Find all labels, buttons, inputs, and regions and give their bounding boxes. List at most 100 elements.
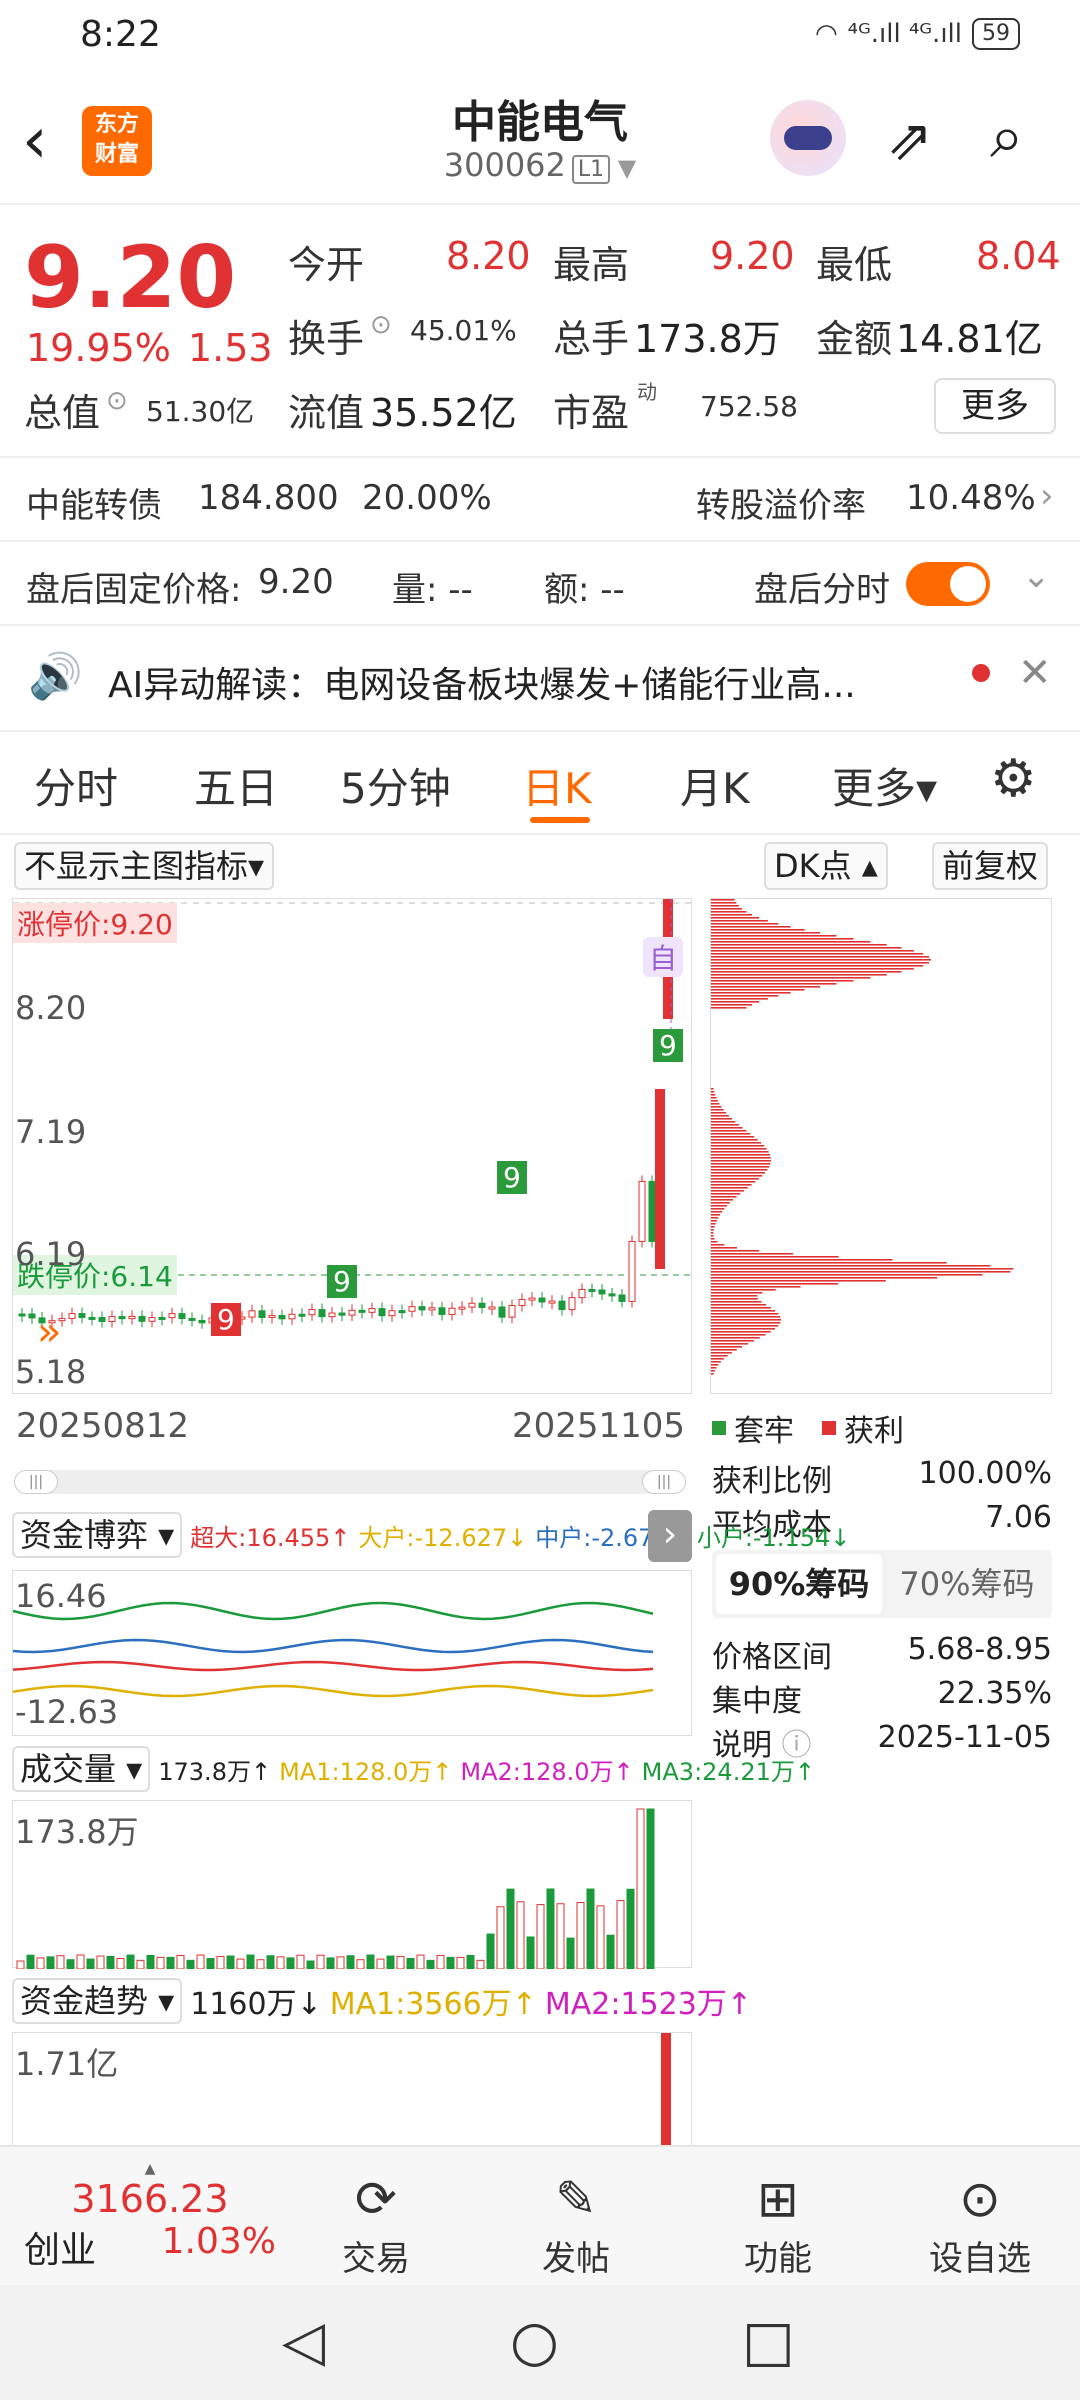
chip-bar [711,989,805,991]
search-icon[interactable]: ⌕ [990,102,1024,172]
volume-select[interactable]: 成交量 ▾ [12,1746,151,1792]
chip-distribution-chart [710,898,1052,1394]
chip-bar [711,1124,739,1126]
slider-handle-left[interactable]: ||| [14,1470,58,1494]
volume-bar [166,1956,175,1969]
chip-bar [711,905,739,907]
back-triangle-icon[interactable]: ◁ [282,2309,325,2374]
change-percent: 19.95% [26,326,171,370]
volume-bar [646,1808,655,1969]
y-label: 5.18 [15,1353,87,1391]
info-icon[interactable]: ⊙ [106,386,128,416]
tab-five-day[interactable]: 五日 [194,755,278,816]
volume-bar [276,1956,285,1969]
chip-bar [711,1274,983,1276]
chip-bar [711,1232,714,1234]
dk-point-select[interactable]: DK点 ▴ [764,842,888,890]
more-button[interactable]: 更多 [934,378,1056,434]
fund-game-select[interactable]: 资金博弈 ▾ [12,1512,183,1558]
self-select-marker: 自 [643,937,684,977]
chip-bar [711,947,902,949]
index-ticker[interactable]: ▲ 3166.23 创业 1.03% [20,2161,280,2273]
chevron-down-icon[interactable]: ⌄ [1022,556,1051,596]
volume-bar [526,1936,535,1969]
trend-bar [661,2033,671,2147]
candle [638,1180,646,1242]
after-hours-toggle[interactable] [906,562,990,606]
chip-bar [711,932,820,934]
ai-assistant-icon[interactable] [770,100,846,176]
chip-bar [711,1127,743,1129]
slider-handle-right[interactable]: ||| [642,1470,686,1494]
caret-up-icon: ▲ [144,2161,156,2177]
nine-signal-badge: 9 [211,1303,241,1336]
chip-bar [711,923,779,925]
chip-bar [711,1364,719,1366]
home-circle-icon[interactable]: ○ [510,2309,559,2374]
chip-bar [711,1187,748,1189]
kline-chart[interactable]: 涨停价:9.20 跌停价:6.14 8.20 7.19 6.19 5.18 自 … [12,898,693,1394]
candle [168,1313,176,1319]
volume-bar [566,1937,575,1969]
chip-bar [711,1208,725,1210]
legend-swatch [822,1421,836,1435]
chip-bar [711,992,791,994]
candle [108,1316,116,1322]
volume-bar [186,1959,195,1969]
close-icon[interactable]: ✕ [1018,650,1052,696]
functions-button[interactable]: ⊞ 功能 [708,2167,848,2280]
tab-more[interactable]: 更多▾ [832,755,937,816]
recents-square-icon[interactable]: □ [742,2309,795,2374]
volume-bar [246,1954,255,1969]
share-icon[interactable]: ⇗ [886,108,933,173]
tab-90-chips[interactable]: 90%筹码 [716,1554,882,1614]
bottom-bar: ▲ 3166.23 创业 1.03% ⟳ 交易 ✎ 发帖 ⊞ 功能 ⊙ 设自选 [0,2145,1080,2285]
convertible-bond-row[interactable]: 中能转债 184.800 20.00% 转股溢价率 10.48% › [0,458,1080,542]
tab-intraday[interactable]: 分时 [34,755,118,816]
volume-label: 总手 [553,317,630,361]
chip-bar [711,914,753,916]
candle [468,1302,476,1308]
adjust-select[interactable]: 前复权 [932,842,1049,890]
change-amount: 1.53 [188,326,273,370]
volume-value: 173.8万 [634,317,781,361]
chip-bar [711,1316,781,1318]
gear-icon[interactable]: ⚙ [990,749,1037,809]
tab-5min[interactable]: 5分钟 [340,755,451,816]
chip-bar [711,1169,768,1171]
info-icon[interactable]: ⊙ [370,310,392,340]
volume-bar [596,1905,605,1969]
volume-bar [226,1955,235,1969]
main-indicator-select[interactable]: 不显示主图指标▾ [14,842,275,890]
chevron-right-icon[interactable]: › [648,1510,692,1562]
tab-70-chips[interactable]: 70%筹码 [884,1554,1050,1614]
volume-bar [576,1902,585,1969]
trade-button[interactable]: ⟳ 交易 [306,2167,446,2280]
volume-bar [106,1955,115,1969]
fund-trend-select[interactable]: 资金趋势 ▾ [12,1978,183,2024]
range-slider[interactable]: ||| ||| [14,1470,686,1494]
chip-bar [711,1298,758,1300]
chip-bar [711,1361,721,1363]
tab-monthly-k[interactable]: 月K [680,755,750,816]
chip-bar [711,1130,747,1132]
post-button[interactable]: ✎ 发帖 [506,2167,646,2280]
double-chevron-icon[interactable]: » [37,1309,61,1355]
chip-bar [711,1286,801,1288]
ai-banner[interactable]: 🔊 AI异动解读：电网设备板块爆发+储能行业高... ✕ [0,626,1080,732]
wifi-icon: ◠ [814,19,838,49]
chip-bar [711,1241,718,1243]
chip-bar [711,1370,715,1372]
float-label: 流值 [288,391,365,435]
period-tabs: 分时 五日 5分钟 日K 月K 更多▾ ⚙ [0,735,1080,835]
chip-bar [711,1307,771,1309]
chip-bar [711,1151,769,1153]
chip-bar [711,950,914,952]
candle [428,1307,436,1311]
end-date: 20251105 [512,1406,686,1446]
volume-bar [556,1903,565,1969]
tab-daily-k[interactable]: 日K [522,755,592,816]
add-watchlist-button[interactable]: ⊙ 设自选 [910,2167,1050,2280]
nine-signal-badge: 9 [327,1265,357,1298]
volume-bar [196,1954,205,1969]
